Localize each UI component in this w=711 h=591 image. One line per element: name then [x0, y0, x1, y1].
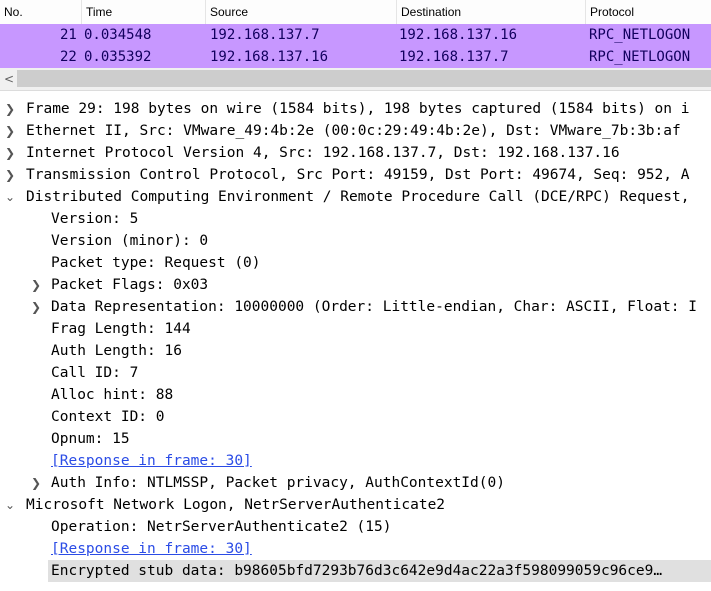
column-header-destination[interactable]: Destination [397, 0, 586, 24]
packet-source: 192.168.137.7 [210, 27, 320, 43]
tree-item-frag-length[interactable]: Frag Length: 144 [0, 318, 711, 340]
packet-time: 0.035392 [84, 49, 152, 65]
chevron-down-icon[interactable]: ⌄ [3, 186, 17, 208]
tree-item-packet-type[interactable]: Packet type: Request (0) [0, 252, 711, 274]
column-header-protocol[interactable]: Protocol [586, 0, 711, 24]
tree-item-dcerpc[interactable]: ⌄ Distributed Computing Environment / Re… [0, 186, 711, 208]
tree-item-version-minor[interactable]: Version (minor): 0 [0, 230, 711, 252]
packet-protocol: RPC_NETLOGON [589, 49, 691, 65]
packet-no: 21 [60, 27, 77, 43]
tree-item-response-link[interactable]: [Response in frame: 30] [0, 450, 711, 472]
tree-item-version[interactable]: Version: 5 [0, 208, 711, 230]
packet-no: 22 [60, 49, 77, 65]
tree-item-netlogon[interactable]: ⌄ Microsoft Network Logon, NetrServerAut… [0, 494, 711, 516]
tree-item-ip[interactable]: ❯ Internet Protocol Version 4, Src: 192.… [0, 142, 711, 164]
tree-item-alloc-hint[interactable]: Alloc hint: 88 [0, 384, 711, 406]
packet-list-header: No. Time Source Destination Protocol [0, 0, 711, 25]
packet-row[interactable]: 22 0.035392 192.168.137.16 192.168.137.7… [0, 46, 711, 68]
column-header-source[interactable]: Source [206, 0, 397, 24]
column-header-time[interactable]: Time [82, 0, 206, 24]
tree-item-call-id[interactable]: Call ID: 7 [0, 362, 711, 384]
tree-item-ethernet[interactable]: ❯ Ethernet II, Src: VMware_49:4b:2e (00:… [0, 120, 711, 142]
chevron-right-icon[interactable]: ❯ [29, 274, 43, 296]
packet-destination: 192.168.137.7 [399, 49, 509, 65]
response-in-frame-link[interactable]: [Response in frame: 30] [51, 450, 252, 472]
chevron-right-icon[interactable]: ❯ [3, 142, 17, 164]
chevron-right-icon[interactable]: ❯ [3, 120, 17, 142]
tree-item-tcp[interactable]: ❯ Transmission Control Protocol, Src Por… [0, 164, 711, 186]
packet-source: 192.168.137.16 [210, 49, 329, 65]
scroll-left-button[interactable]: < [4, 68, 14, 90]
packet-row[interactable]: 21 0.034548 192.168.137.7 192.168.137.16… [0, 24, 711, 46]
packet-protocol: RPC_NETLOGON [589, 27, 691, 43]
chevron-right-icon[interactable]: ❯ [3, 164, 17, 186]
tree-item-opnum[interactable]: Opnum: 15 [0, 428, 711, 450]
scrollbar-thumb[interactable] [17, 70, 711, 87]
chevron-right-icon[interactable]: ❯ [3, 98, 17, 120]
packet-time: 0.034548 [84, 27, 152, 43]
column-header-no[interactable]: No. [0, 0, 82, 24]
tree-item-encrypted-stub[interactable]: Encrypted stub data: b98605bfd7293b76d3c… [0, 560, 711, 582]
chevron-right-icon[interactable]: ❯ [29, 296, 43, 318]
tree-item-auth-length[interactable]: Auth Length: 16 [0, 340, 711, 362]
response-in-frame-link[interactable]: [Response in frame: 30] [51, 538, 252, 560]
tree-item-frame[interactable]: ❯ Frame 29: 198 bytes on wire (1584 bits… [0, 98, 711, 120]
tree-item-context-id[interactable]: Context ID: 0 [0, 406, 711, 428]
tree-item-data-representation[interactable]: ❯ Data Representation: 10000000 (Order: … [0, 296, 711, 318]
chevron-down-icon[interactable]: ⌄ [3, 494, 17, 516]
horizontal-scrollbar[interactable]: < [0, 68, 711, 91]
chevron-right-icon[interactable]: ❯ [29, 472, 43, 494]
tree-item-netlogon-response-link[interactable]: [Response in frame: 30] [0, 538, 711, 560]
tree-item-packet-flags[interactable]: ❯ Packet Flags: 0x03 [0, 274, 711, 296]
tree-item-auth-info[interactable]: ❯ Auth Info: NTLMSSP, Packet privacy, Au… [0, 472, 711, 494]
tree-item-operation[interactable]: Operation: NetrServerAuthenticate2 (15) [0, 516, 711, 538]
packet-destination: 192.168.137.16 [399, 27, 518, 43]
